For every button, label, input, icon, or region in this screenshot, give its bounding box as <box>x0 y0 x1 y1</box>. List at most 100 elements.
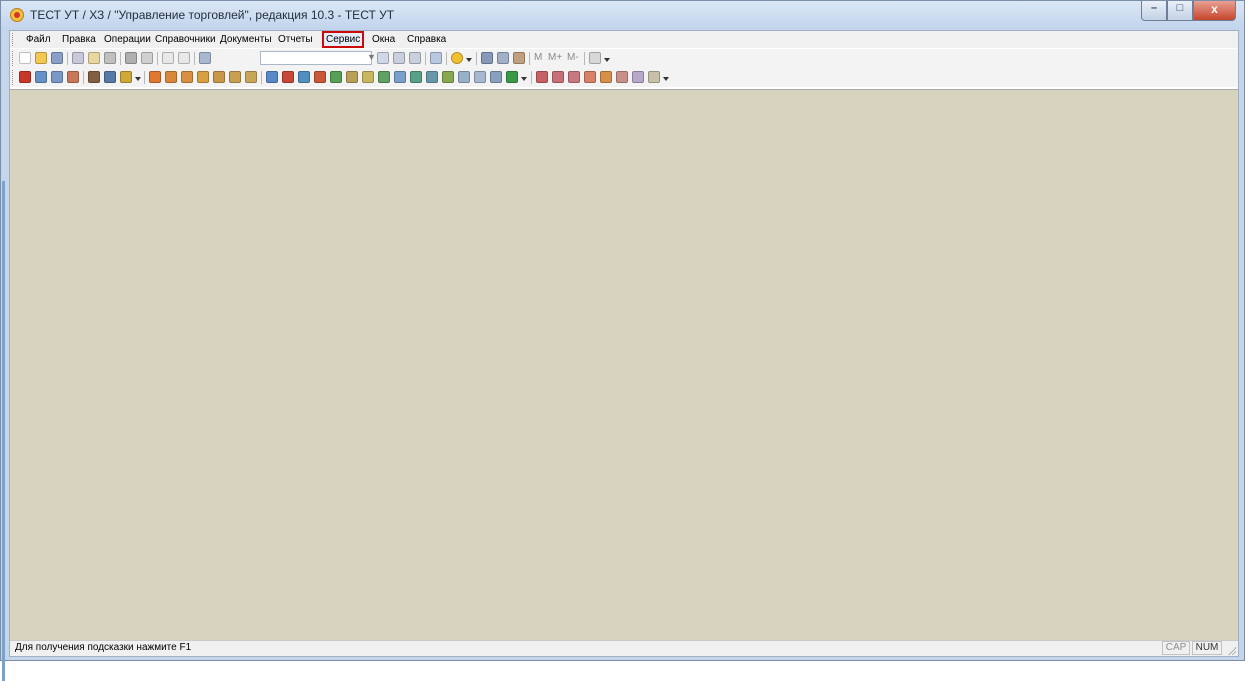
copy-icon[interactable] <box>88 52 100 64</box>
stock-report-icon[interactable] <box>568 71 580 83</box>
find-next-icon[interactable] <box>393 52 405 64</box>
status-hint: Для получения подсказки нажмите F1 <box>15 642 192 653</box>
search-input[interactable] <box>260 51 372 65</box>
analysis-report-icon[interactable] <box>600 71 612 83</box>
documents-dropdown-icon[interactable] <box>521 77 527 81</box>
cash-report-icon[interactable] <box>632 71 644 83</box>
memory-subtract-button[interactable]: M- <box>567 52 579 63</box>
invoice-icon[interactable] <box>165 71 177 83</box>
toolbar-grip[interactable] <box>12 70 16 85</box>
prices-icon[interactable] <box>120 71 132 83</box>
menu-catalogs[interactable]: Справочники <box>153 33 218 47</box>
toolbar-separator <box>261 71 262 84</box>
orders-journal-icon[interactable] <box>51 71 63 83</box>
sales-journal-icon[interactable] <box>67 71 79 83</box>
cash-in-icon[interactable] <box>266 71 278 83</box>
posting-icon[interactable] <box>410 71 422 83</box>
title-bar[interactable]: ТЕСТ УТ / ХЗ / "Управление торговлей", р… <box>1 1 1244 29</box>
toolbar-separator <box>425 52 426 65</box>
receipt-icon[interactable] <box>213 71 225 83</box>
print-preview-icon[interactable] <box>141 52 153 64</box>
undo-icon[interactable] <box>162 52 174 64</box>
info-icon[interactable] <box>451 52 463 64</box>
purchase-icon[interactable] <box>245 71 257 83</box>
bank-out-icon[interactable] <box>314 71 326 83</box>
paste-icon[interactable] <box>104 52 116 64</box>
report-retail-icon[interactable] <box>458 71 470 83</box>
price-setup-icon[interactable] <box>474 71 486 83</box>
customer-order-icon[interactable] <box>149 71 161 83</box>
clear-search-icon[interactable] <box>377 52 389 64</box>
workspace-area <box>10 89 1238 641</box>
menu-edit[interactable]: Правка <box>60 33 98 47</box>
discount-icon[interactable] <box>490 71 502 83</box>
menu-documents[interactable]: Документы <box>218 33 274 47</box>
menu-reports[interactable]: Отчеты <box>276 33 315 47</box>
find-prev-icon[interactable] <box>409 52 421 64</box>
toolbar-grip[interactable] <box>12 51 16 66</box>
close-button[interactable]: x <box>1193 1 1236 21</box>
calculator-icon[interactable] <box>481 52 493 64</box>
resize-grip-icon[interactable] <box>1226 645 1236 655</box>
caps-lock-indicator: CAP <box>1162 641 1190 655</box>
info-dropdown-icon[interactable] <box>466 58 472 62</box>
maximize-button[interactable]: □ <box>1167 1 1193 21</box>
cash-register-icon[interactable] <box>506 71 518 83</box>
sales-report-icon[interactable] <box>536 71 548 83</box>
payment-order-icon[interactable] <box>330 71 342 83</box>
settings-wrench-icon[interactable] <box>589 52 601 64</box>
toolbar-separator <box>476 52 477 65</box>
search-dropdown-icon[interactable]: ▼ <box>367 52 376 62</box>
menu-help[interactable]: Справка <box>405 33 448 47</box>
calendar-icon[interactable] <box>497 52 509 64</box>
catalogs-dropdown-icon[interactable] <box>135 77 141 81</box>
window-list-icon[interactable] <box>430 52 442 64</box>
cash-out-icon[interactable] <box>282 71 294 83</box>
transfer-icon[interactable] <box>362 71 374 83</box>
sale-icon[interactable] <box>181 71 193 83</box>
reports-dropdown-icon[interactable] <box>663 77 669 81</box>
left-edge-bar <box>2 181 5 681</box>
users-icon[interactable] <box>513 52 525 64</box>
settings-dropdown-icon[interactable] <box>604 58 610 62</box>
main-frame: Файл Правка Операции Справочники Докумен… <box>2 30 1239 681</box>
orders-report-icon[interactable] <box>616 71 628 83</box>
assembly-icon[interactable] <box>426 71 438 83</box>
journal-icon[interactable] <box>19 71 31 83</box>
retail-icon[interactable] <box>442 71 454 83</box>
cut-icon[interactable] <box>72 52 84 64</box>
nomenclature-icon[interactable] <box>104 71 116 83</box>
menu-file[interactable]: Файл <box>24 33 53 47</box>
menu-service[interactable]: Сервис <box>322 31 365 48</box>
app-logo-icon[interactable] <box>10 8 24 22</box>
menu-grip[interactable] <box>12 33 16 46</box>
print-icon[interactable] <box>125 52 137 64</box>
new-document-icon[interactable] <box>19 52 31 64</box>
bank-in-icon[interactable] <box>298 71 310 83</box>
memory-button[interactable]: M <box>534 52 542 63</box>
toolbar-separator <box>529 52 530 65</box>
open-folder-icon[interactable] <box>35 52 47 64</box>
minimize-button[interactable]: – <box>1141 1 1167 21</box>
redo-icon[interactable] <box>178 52 190 64</box>
status-bar: Для получения подсказки нажмите F1 CAP N… <box>10 640 1238 656</box>
advance-report-icon[interactable] <box>346 71 358 83</box>
return-icon[interactable] <box>197 71 209 83</box>
contractors-icon[interactable] <box>88 71 100 83</box>
documents-journal-icon[interactable] <box>35 71 47 83</box>
toolbar-separator <box>157 52 158 65</box>
toolbar-separator <box>144 71 145 84</box>
search-icon[interactable] <box>199 52 211 64</box>
menu-bar: Файл Правка Операции Справочники Докумен… <box>10 31 1238 48</box>
settlements-report-icon[interactable] <box>584 71 596 83</box>
inventory-icon[interactable] <box>378 71 390 83</box>
menu-windows[interactable]: Окна <box>370 33 397 47</box>
custom-report-icon[interactable] <box>648 71 660 83</box>
purchases-report-icon[interactable] <box>552 71 564 83</box>
supplier-order-icon[interactable] <box>229 71 241 83</box>
save-icon[interactable] <box>51 52 63 64</box>
menu-operations[interactable]: Операции <box>102 33 153 47</box>
write-off-icon[interactable] <box>394 71 406 83</box>
close-icon: x <box>1211 2 1218 16</box>
memory-add-button[interactable]: M+ <box>548 52 562 63</box>
